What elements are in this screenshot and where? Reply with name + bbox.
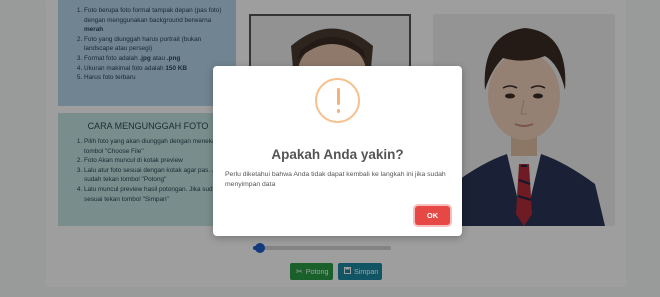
dialog-message: Perlu diketahui bahwa Anda tidak dapat k… [225, 171, 446, 189]
confirm-dialog: Apakah Anda yakin? Perlu diketahui bahwa… [213, 66, 462, 236]
ok-button[interactable]: OK [415, 206, 450, 225]
warning-icon [315, 78, 360, 123]
dialog-title: Apakah Anda yakin? [271, 147, 404, 162]
